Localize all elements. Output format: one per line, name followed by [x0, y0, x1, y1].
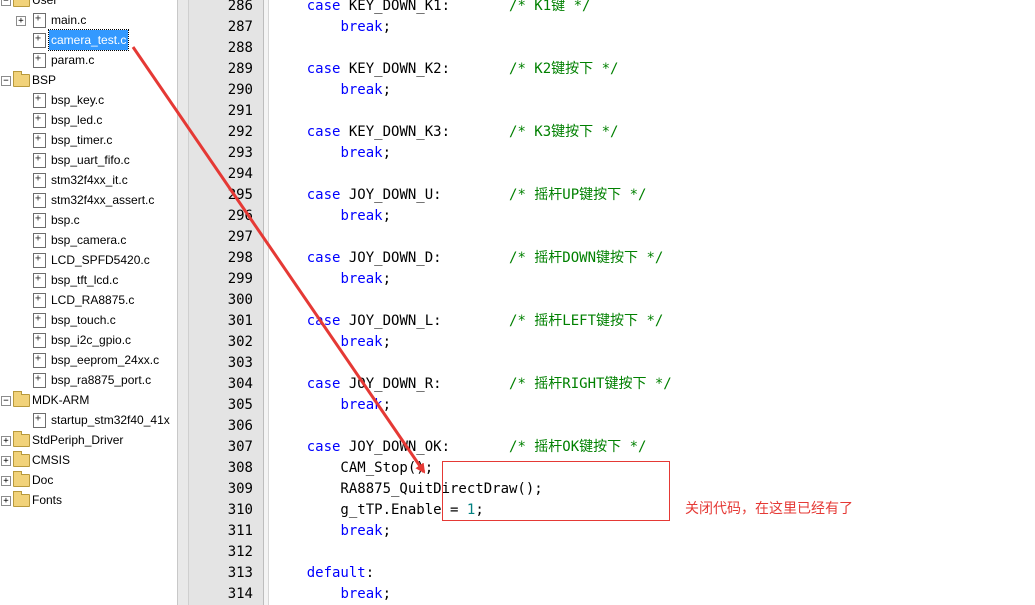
annotation-arrow	[131, 46, 426, 474]
